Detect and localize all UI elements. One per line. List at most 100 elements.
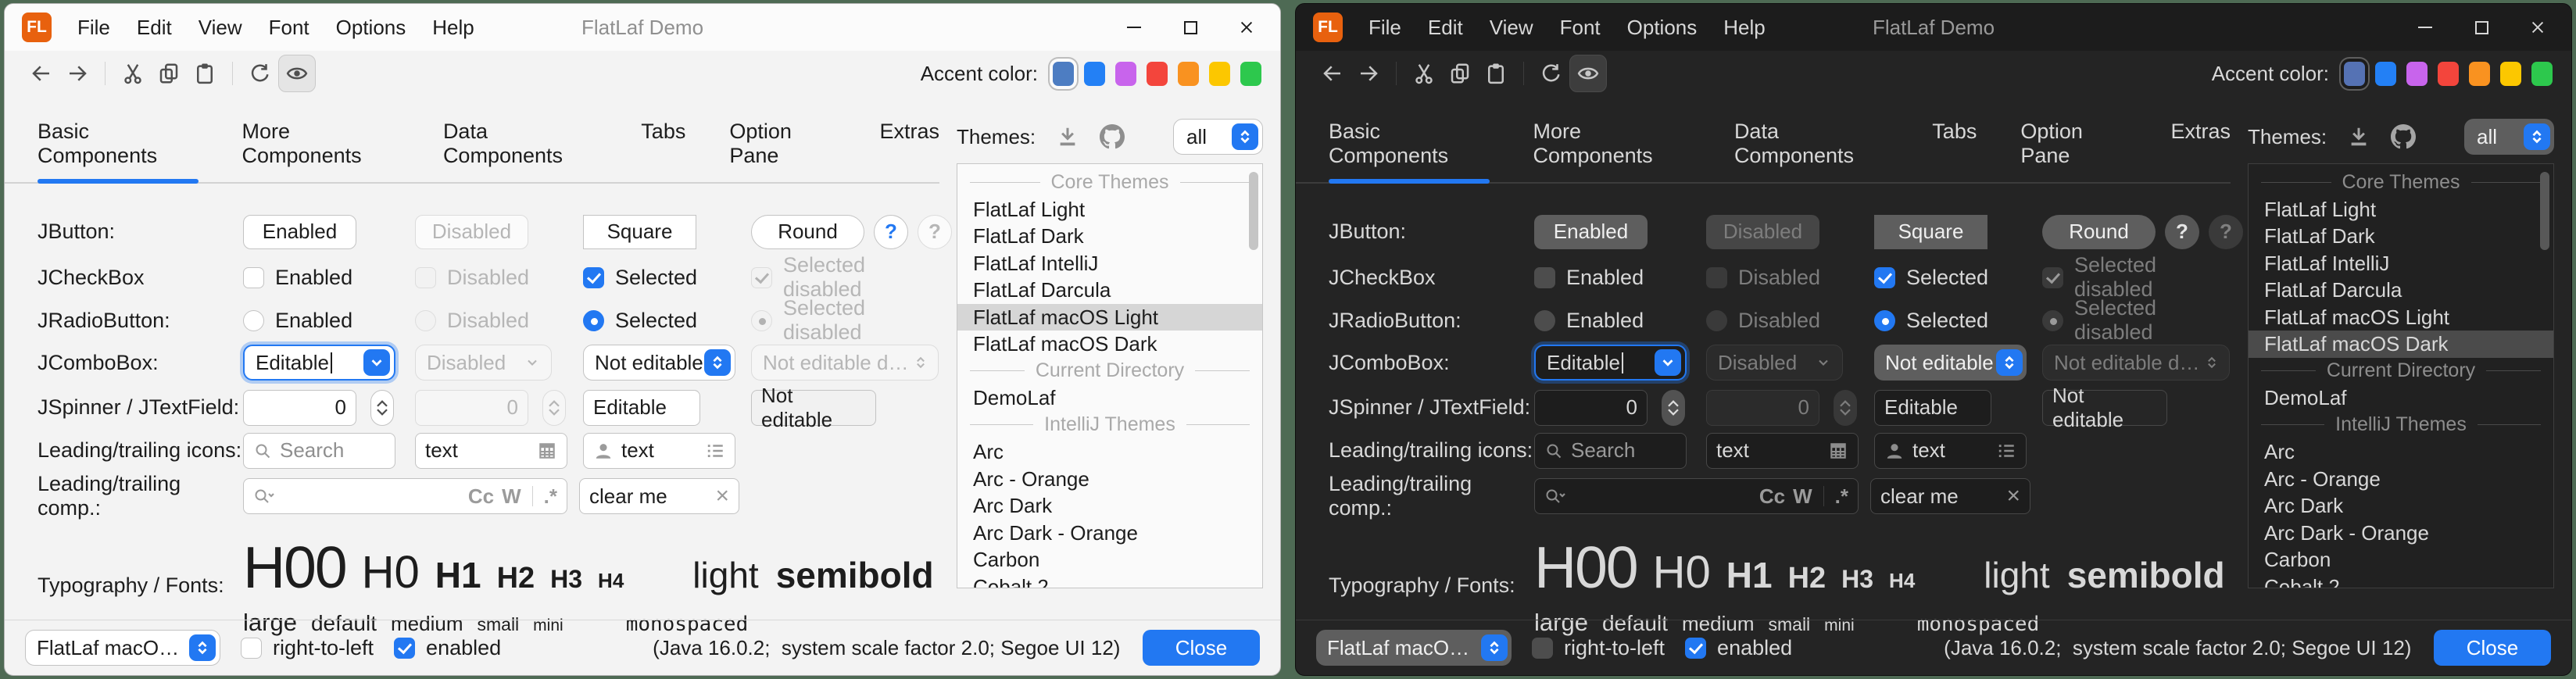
accent-swatch-green[interactable] bbox=[2531, 62, 2553, 86]
accent-swatch-orange[interactable] bbox=[2469, 62, 2490, 86]
tab-more-components[interactable]: More Components bbox=[242, 120, 399, 182]
whole-words-toggle[interactable]: W bbox=[502, 484, 521, 509]
search-input[interactable]: Search bbox=[1534, 433, 1687, 469]
user-input[interactable]: text bbox=[583, 433, 735, 469]
tab-basic-components[interactable]: Basic Components bbox=[1329, 120, 1490, 182]
github-button[interactable] bbox=[1100, 124, 1125, 149]
theme-item[interactable]: Cobalt 2 bbox=[957, 574, 1262, 589]
paste-button[interactable] bbox=[1478, 55, 1514, 91]
accent-swatch-purple[interactable] bbox=[2406, 62, 2428, 86]
show-hidden-toggle[interactable] bbox=[278, 55, 316, 92]
radio-enabled[interactable]: Enabled bbox=[243, 309, 352, 333]
tab-option-pane[interactable]: Option Pane bbox=[2020, 120, 2127, 182]
back-button[interactable] bbox=[23, 55, 59, 91]
theme-item[interactable]: Arc Dark - Orange bbox=[2249, 520, 2553, 547]
minimize-button[interactable] bbox=[1124, 17, 1144, 38]
search-with-dropdown-icon[interactable] bbox=[1544, 486, 1566, 506]
accent-swatch-purple[interactable] bbox=[1115, 62, 1136, 86]
cut-button[interactable] bbox=[1406, 55, 1442, 91]
right-to-left-checkbox[interactable]: right-to-left bbox=[1532, 636, 1665, 660]
tab-basic-components[interactable]: Basic Components bbox=[38, 120, 199, 182]
combobox-arrow-button[interactable] bbox=[363, 349, 390, 376]
accent-swatch-blue[interactable] bbox=[1084, 62, 1105, 86]
laf-combobox[interactable]: FlatLaf macOS Li… bbox=[25, 630, 220, 666]
theme-item[interactable]: FlatLaf Darcula bbox=[957, 277, 1262, 304]
theme-item[interactable]: DemoLaf bbox=[2249, 384, 2553, 412]
theme-item[interactable]: Arc Dark bbox=[957, 492, 1262, 520]
tab-more-components[interactable]: More Components bbox=[1533, 120, 1690, 182]
cut-button[interactable] bbox=[115, 55, 151, 91]
search-options-input[interactable]: Cc W .* bbox=[1534, 478, 1859, 514]
combobox-arrow-button[interactable] bbox=[1655, 349, 1681, 376]
tab-data-components[interactable]: Data Components bbox=[1734, 120, 1888, 182]
theme-item[interactable]: Arc bbox=[957, 438, 1262, 466]
accent-swatch-red[interactable] bbox=[1147, 62, 1168, 86]
combobox-updown-button[interactable] bbox=[1996, 349, 2023, 376]
maximize-button[interactable] bbox=[2471, 17, 2492, 38]
theme-item[interactable]: Arc bbox=[2249, 438, 2553, 466]
clear-x-icon[interactable]: × bbox=[2006, 484, 2020, 508]
user-input[interactable]: text bbox=[1874, 433, 2027, 469]
themes-filter-combobox[interactable]: all bbox=[2464, 119, 2554, 155]
regex-toggle[interactable]: .* bbox=[544, 484, 557, 509]
theme-item[interactable]: Arc Dark bbox=[2249, 492, 2553, 520]
enabled-button[interactable]: Enabled bbox=[1534, 215, 1648, 249]
combobox-editable[interactable]: Editable bbox=[1534, 345, 1687, 381]
menu-options[interactable]: Options bbox=[1614, 16, 1711, 40]
help-button[interactable]: ? bbox=[874, 215, 908, 249]
enabled-button[interactable]: Enabled bbox=[243, 215, 356, 249]
theme-item[interactable]: Arc Dark - Orange bbox=[957, 520, 1262, 547]
whole-words-toggle[interactable]: W bbox=[1793, 484, 1812, 509]
checkbox-enabled[interactable]: Enabled bbox=[243, 266, 352, 290]
combobox-editable[interactable]: Editable bbox=[243, 345, 395, 381]
theme-item[interactable]: Arc - Orange bbox=[2249, 466, 2553, 493]
editable-text-field[interactable]: Editable bbox=[583, 390, 700, 426]
scrollbar-thumb[interactable] bbox=[1249, 172, 1258, 250]
round-button[interactable]: Round bbox=[751, 215, 864, 249]
copy-button[interactable] bbox=[151, 55, 187, 91]
close-window-button[interactable] bbox=[1236, 17, 1257, 38]
tab-option-pane[interactable]: Option Pane bbox=[729, 120, 835, 182]
theme-item[interactable]: FlatLaf Light bbox=[957, 196, 1262, 223]
search-with-dropdown-icon[interactable] bbox=[253, 486, 275, 506]
match-case-toggle[interactable]: Cc bbox=[468, 484, 494, 509]
copy-button[interactable] bbox=[1442, 55, 1478, 91]
combobox-updown-button[interactable] bbox=[1232, 123, 1258, 150]
combobox-updown-button[interactable] bbox=[2524, 123, 2550, 150]
spinner-stepper[interactable] bbox=[1662, 390, 1685, 426]
show-hidden-toggle[interactable] bbox=[1569, 55, 1607, 92]
menu-edit[interactable]: Edit bbox=[123, 16, 185, 40]
checkbox-selected[interactable]: Selected bbox=[1874, 266, 1988, 290]
search-options-input[interactable]: Cc W .* bbox=[243, 478, 567, 514]
menu-font[interactable]: Font bbox=[256, 16, 323, 40]
theme-item[interactable]: FlatLaf macOS Light bbox=[957, 304, 1262, 331]
combobox-updown-button[interactable] bbox=[189, 634, 216, 661]
accent-swatch-default-blue[interactable] bbox=[2344, 62, 2365, 86]
table-grid-icon[interactable] bbox=[537, 441, 557, 461]
enabled-checkbox[interactable]: enabled bbox=[1685, 636, 1792, 660]
forward-button[interactable] bbox=[59, 55, 95, 91]
accent-swatch-yellow[interactable] bbox=[2500, 62, 2521, 86]
minimize-button[interactable] bbox=[2415, 17, 2435, 38]
combobox-not-editable[interactable]: Not editable bbox=[1874, 345, 2027, 381]
list-icon[interactable] bbox=[705, 441, 725, 461]
tab-tabs[interactable]: Tabs bbox=[1932, 120, 1977, 182]
spinner-stepper[interactable] bbox=[370, 390, 394, 426]
theme-item[interactable]: Carbon bbox=[2249, 546, 2553, 574]
list-icon[interactable] bbox=[1996, 441, 2016, 461]
clearable-input[interactable]: clear me × bbox=[1870, 478, 2030, 514]
tab-tabs[interactable]: Tabs bbox=[641, 120, 685, 182]
accent-swatch-default-blue[interactable] bbox=[1053, 62, 1074, 86]
regex-toggle[interactable]: .* bbox=[1835, 484, 1848, 509]
accent-swatch-red[interactable] bbox=[2438, 62, 2459, 86]
scrollbar-thumb[interactable] bbox=[2540, 172, 2549, 250]
theme-item[interactable]: FlatLaf macOS Dark bbox=[957, 331, 1262, 358]
theme-item[interactable]: FlatLaf Dark bbox=[957, 223, 1262, 250]
match-case-toggle[interactable]: Cc bbox=[1759, 484, 1785, 509]
refresh-button[interactable] bbox=[242, 55, 278, 91]
theme-item[interactable]: Carbon bbox=[957, 546, 1262, 574]
date-input[interactable]: text bbox=[1706, 433, 1859, 469]
radio-selected[interactable]: Selected bbox=[583, 309, 697, 333]
tab-data-components[interactable]: Data Components bbox=[443, 120, 597, 182]
checkbox-enabled[interactable]: Enabled bbox=[1534, 266, 1644, 290]
